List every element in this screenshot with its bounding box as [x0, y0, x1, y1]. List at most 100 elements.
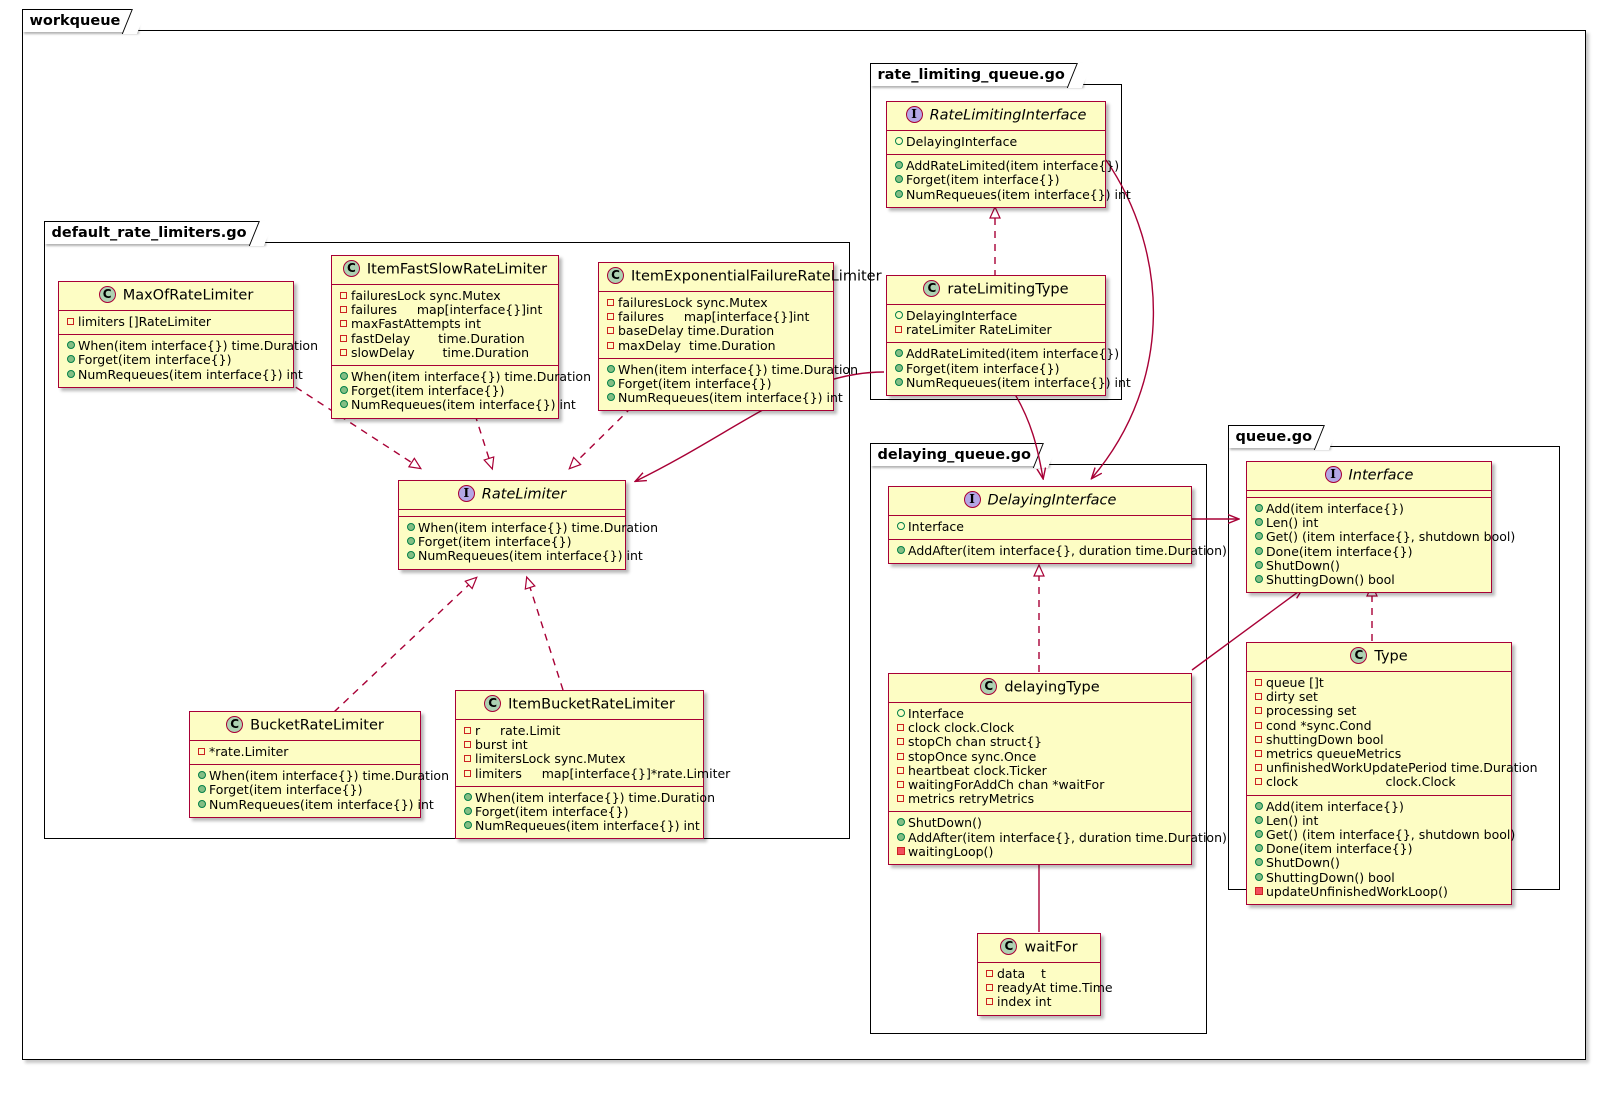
field-row: limitersLock sync.Mutex [463, 752, 696, 766]
class-title: IInterface [1247, 462, 1491, 491]
package-delaying-queue-label: delaying_queue.go [870, 443, 1048, 466]
field-row: stopCh chan struct{} [896, 735, 1184, 749]
class-name: ItemFastSlowRateLimiter [367, 262, 547, 278]
class-name: MaxOfRateLimiter [123, 288, 254, 304]
private-marker-icon [464, 767, 475, 781]
field-row: metrics retryMetrics [896, 792, 1184, 806]
field-row: maxDelay time.Duration [606, 339, 826, 353]
interface-RateLimitingInterface[interactable]: IRateLimitingInterface DelayingInterface… [886, 101, 1106, 208]
private-marker-icon [340, 289, 351, 303]
class-rateLimitingType[interactable]: CrateLimitingType DelayingInterface rate… [886, 275, 1106, 396]
public-marker-icon [1255, 856, 1266, 870]
class-title: IDelayingInterface [889, 487, 1191, 516]
method-row: When(item interface{}) time.Duration [197, 769, 413, 783]
private-method-marker-icon [1255, 885, 1266, 899]
method-row: NumRequeues(item interface{}) int [339, 398, 551, 412]
class-ItemBucketRateLimiter[interactable]: CItemBucketRateLimiter r rate.Limit burs… [455, 690, 704, 839]
public-marker-icon [1255, 502, 1266, 516]
private-marker-icon [607, 310, 618, 324]
fields-compartment: DelayingInterface rateLimiter RateLimite… [887, 305, 1105, 343]
method-row: waitingLoop() [896, 845, 1184, 859]
class-BucketRateLimiter[interactable]: CBucketRateLimiter *rate.Limiter When(it… [189, 711, 421, 818]
interface-DelayingInterface[interactable]: IDelayingInterface Interface AddAfter(it… [888, 486, 1192, 564]
field-row: stopOnce sync.Once [896, 750, 1184, 764]
methods-compartment: AddRateLimited(item interface{}) Forget(… [887, 343, 1105, 395]
public-marker-icon [1255, 545, 1266, 559]
method-row: NumRequeues(item interface{}) int [463, 819, 696, 833]
private-marker-icon [464, 724, 475, 738]
field-row: maxFastAttempts int [339, 317, 551, 331]
public-marker-icon [464, 819, 475, 833]
field-row: slowDelay time.Duration [339, 346, 551, 360]
public-marker-icon [897, 544, 908, 558]
field-row: shuttingDown bool [1254, 733, 1504, 747]
public-marker-icon [895, 347, 906, 361]
private-marker-icon [340, 317, 351, 331]
field-row: readyAt time.Time [985, 981, 1093, 995]
private-marker-icon [1255, 733, 1266, 747]
private-marker-icon [1255, 719, 1266, 733]
method-row: Forget(item interface{}) [606, 377, 826, 391]
class-ItemFastSlowRateLimiter[interactable]: CItemFastSlowRateLimiter failuresLock sy… [331, 255, 559, 419]
fields-compartment: DelayingInterface [887, 131, 1105, 155]
method-row: Len() int [1254, 516, 1484, 530]
interface-Interface[interactable]: IInterface Add(item interface{}) Len() i… [1246, 461, 1492, 593]
class-delayingType[interactable]: CdelayingType Interface clock clock.Cloc… [888, 673, 1192, 865]
class-waitFor[interactable]: CwaitFor data t readyAt time.Time index … [977, 933, 1101, 1016]
class-ItemExponentialFailureRateLimiter[interactable]: CItemExponentialFailureRateLimiter failu… [598, 262, 834, 411]
public-marker-icon [67, 339, 78, 353]
public-marker-icon [1255, 800, 1266, 814]
class-name: ItemBucketRateLimiter [508, 697, 675, 713]
private-marker-icon [198, 745, 209, 759]
method-row: When(item interface{}) time.Duration [406, 521, 618, 535]
field-row: failuresLock sync.Mutex [606, 296, 826, 310]
class-title: IRateLimiter [399, 481, 625, 510]
methods-compartment: Add(item interface{}) Len() int Get() (i… [1247, 796, 1511, 904]
methods-compartment: When(item interface{}) time.Duration For… [399, 517, 625, 569]
public-marker-icon [1255, 573, 1266, 587]
method-row: Forget(item interface{}) [197, 783, 413, 797]
class-title: CType [1247, 643, 1511, 672]
public-marker-icon [1255, 871, 1266, 885]
field-row: burst int [463, 738, 696, 752]
class-name: ItemExponentialFailureRateLimiter [631, 269, 882, 285]
methods-compartment: When(item interface{}) time.Duration For… [599, 359, 833, 411]
field-row: processing set [1254, 704, 1504, 718]
public-marker-icon [607, 377, 618, 391]
public-marker-icon [407, 549, 418, 563]
fields-compartment: queue []t dirty set processing set cond … [1247, 672, 1511, 796]
methods-compartment: AddRateLimited(item interface{}) Forget(… [887, 155, 1105, 207]
interface-RateLimiter[interactable]: IRateLimiter When(item interface{}) time… [398, 480, 626, 570]
class-Type[interactable]: CType queue []t dirty set processing set… [1246, 642, 1512, 905]
class-title: CrateLimitingType [887, 276, 1105, 305]
public-marker-icon [897, 816, 908, 830]
method-row: NumRequeues(item interface{}) int [406, 549, 618, 563]
public-marker-icon [607, 391, 618, 405]
public-marker-icon [895, 159, 906, 173]
private-marker-icon [1255, 690, 1266, 704]
private-marker-icon [340, 303, 351, 317]
fields-compartment: limiters []RateLimiter [59, 311, 293, 335]
public-marker-icon [1255, 842, 1266, 856]
private-marker-icon [607, 296, 618, 310]
public-marker-icon [340, 384, 351, 398]
private-marker-icon [340, 332, 351, 346]
private-marker-icon [897, 778, 908, 792]
field-row: failures map[interface{}]int [606, 310, 826, 324]
class-stereotype-icon: C [1350, 647, 1367, 664]
class-MaxOfRateLimiter[interactable]: CMaxOfRateLimiter limiters []RateLimiter… [58, 281, 294, 388]
public-marker-icon [464, 791, 475, 805]
field-row: Interface [896, 707, 1184, 721]
fields-compartment: data t readyAt time.Time index int [978, 963, 1100, 1015]
method-row: Done(item interface{}) [1254, 545, 1484, 559]
class-name: RateLimitingInterface [930, 108, 1087, 124]
package-marker-icon [895, 309, 906, 323]
public-marker-icon [895, 188, 906, 202]
method-row: Forget(item interface{}) [894, 173, 1098, 187]
method-row: Add(item interface{}) [1254, 800, 1504, 814]
public-marker-icon [67, 353, 78, 367]
public-marker-icon [198, 783, 209, 797]
public-marker-icon [1255, 559, 1266, 573]
method-row: Add(item interface{}) [1254, 502, 1484, 516]
public-marker-icon [1255, 530, 1266, 544]
